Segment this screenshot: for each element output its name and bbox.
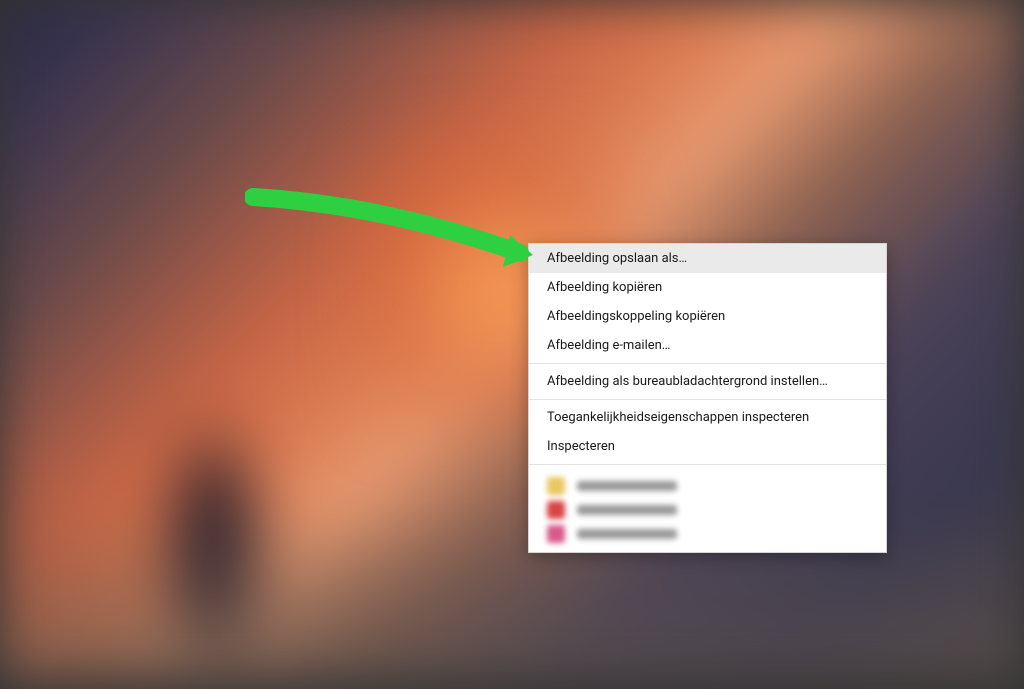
extension-icon [547, 477, 565, 495]
extension-icon [547, 501, 565, 519]
blurred-label [577, 481, 677, 491]
menu-item-copy-image[interactable]: Afbeelding kopiëren [529, 273, 886, 302]
menu-separator [529, 464, 886, 465]
menu-item-set-desktop-background[interactable]: Afbeelding als bureaubladachtergrond ins… [529, 367, 886, 396]
menu-item-inspect[interactable]: Inspecteren [529, 432, 886, 461]
blurred-extension-item [539, 522, 876, 546]
context-menu: Afbeelding opslaan als… Afbeelding kopië… [528, 243, 887, 553]
blurred-label [577, 529, 677, 539]
blurred-extension-item [539, 474, 876, 498]
blurred-label [577, 505, 677, 515]
menu-item-inspect-accessibility[interactable]: Toegankelijkheidseigenschappen inspecter… [529, 403, 886, 432]
menu-separator [529, 363, 886, 364]
menu-item-save-image-as[interactable]: Afbeelding opslaan als… [529, 244, 886, 273]
menu-item-copy-image-link[interactable]: Afbeeldingskoppeling kopiëren [529, 302, 886, 331]
blurred-extension-item [539, 498, 876, 522]
menu-separator [529, 399, 886, 400]
extension-icon [547, 525, 565, 543]
menu-item-email-image[interactable]: Afbeelding e-mailen… [529, 331, 886, 360]
blurred-extension-section [529, 468, 886, 552]
